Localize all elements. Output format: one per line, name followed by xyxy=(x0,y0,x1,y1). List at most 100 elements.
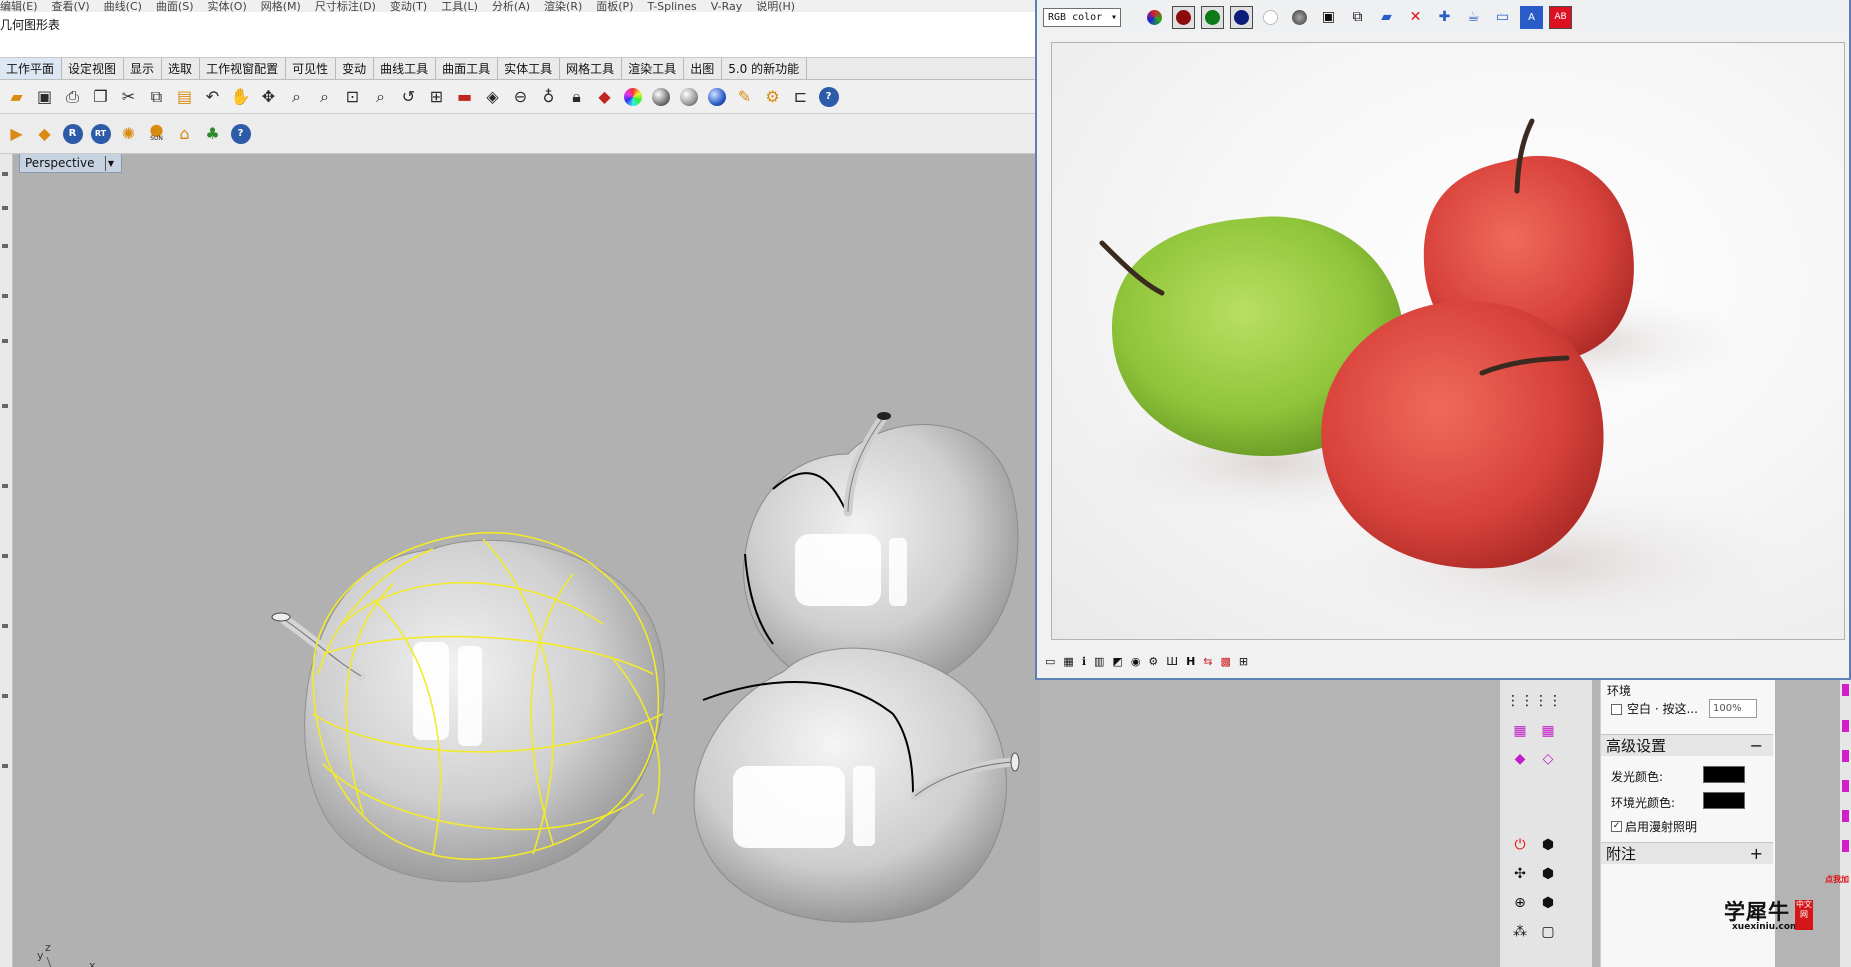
emission-color-swatch[interactable] xyxy=(1703,766,1745,783)
zoom-selected-icon[interactable]: ⌕ xyxy=(368,84,393,109)
menu-item[interactable]: 工具(L) xyxy=(441,1,478,12)
color-wheel-icon[interactable] xyxy=(620,84,645,109)
lock-icon[interactable]: 🔒︎ xyxy=(564,84,589,109)
toolbar-tab[interactable]: 网格工具 xyxy=(560,58,623,79)
blank-checkbox[interactable] xyxy=(1611,704,1622,715)
box-outline-icon[interactable]: ▢ xyxy=(1536,921,1560,943)
render-sphere-icon[interactable] xyxy=(648,84,673,109)
flip-icon[interactable]: ⇆ xyxy=(1203,655,1212,668)
texture-map-alt-icon[interactable]: ▦ xyxy=(1536,720,1560,742)
vray-proxy-tree-icon[interactable]: ♣ xyxy=(200,121,225,146)
vray-help-icon[interactable]: ? xyxy=(228,121,253,146)
vray-realtime-render-button[interactable]: RT xyxy=(88,121,113,146)
node-tool-icon[interactable]: ⁂ xyxy=(1508,921,1532,943)
vray-sun-icon[interactable]: ● SUN xyxy=(144,121,169,146)
menu-item[interactable]: 编辑(E) xyxy=(0,1,38,12)
color-clamp-icon[interactable]: ▦ xyxy=(1063,655,1073,668)
cplane-icon[interactable]: ⊖ xyxy=(508,84,533,109)
surface-uv-alt-icon[interactable]: ⋮⋮ xyxy=(1534,690,1562,712)
menu-item[interactable]: V-Ray xyxy=(711,1,743,12)
planar-map-alt-icon[interactable]: ◇ xyxy=(1536,748,1560,770)
vray-lights-icon[interactable]: ✺ xyxy=(116,121,141,146)
pixel-aspect-icon[interactable]: ▩ xyxy=(1221,655,1231,668)
notes-section[interactable]: 附注 + xyxy=(1601,842,1773,864)
red-channel-toggle[interactable] xyxy=(1172,5,1195,29)
compare-ab-icon[interactable]: AB xyxy=(1549,5,1572,29)
paste-icon[interactable]: ▤ xyxy=(172,84,197,109)
channel-select[interactable]: RGB color xyxy=(1043,7,1121,27)
help-icon[interactable]: ? xyxy=(816,84,841,109)
load-image-icon[interactable]: ▰ xyxy=(1375,6,1398,29)
menu-item[interactable]: 说明(H) xyxy=(756,1,795,12)
save-icon[interactable]: ▣ xyxy=(32,84,57,109)
histogram-icon[interactable]: ▥ xyxy=(1094,655,1104,668)
cut-icon[interactable]: ✂ xyxy=(116,84,141,109)
toolbar-tab[interactable]: 工作平面 xyxy=(0,58,63,79)
toolbar-tab[interactable]: 曲线工具 xyxy=(374,58,437,79)
track-mouse-icon[interactable]: ✚ xyxy=(1433,6,1456,29)
blue-channel-toggle[interactable] xyxy=(1230,5,1253,29)
apple-model-selected[interactable] xyxy=(271,532,665,883)
zoom-window-icon[interactable]: ⌕ xyxy=(312,84,337,109)
box-tool-alt-icon[interactable]: ⬢ xyxy=(1536,863,1560,885)
menu-item[interactable]: 渲染(R) xyxy=(544,1,582,12)
zoom-extents-icon[interactable]: ⊡ xyxy=(340,84,365,109)
render-teapot-icon[interactable]: ☕︎ xyxy=(1462,6,1485,29)
rotate-view-icon[interactable]: ✥ xyxy=(256,84,281,109)
menu-item[interactable]: 查看(V) xyxy=(52,1,90,12)
menu-item[interactable]: 网格(M) xyxy=(261,1,301,12)
copy-icon[interactable]: ⧉ xyxy=(144,84,169,109)
exposure-icon[interactable]: ◉ xyxy=(1131,655,1141,668)
pan-hand-icon[interactable]: ✋ xyxy=(228,84,253,109)
status-h-label[interactable]: H xyxy=(1186,655,1195,668)
menu-item[interactable]: 面板(P) xyxy=(596,1,633,12)
grid-icon[interactable]: ⊞ xyxy=(1239,655,1248,668)
toolbar-tab[interactable]: 变动 xyxy=(336,58,375,79)
new-document-icon[interactable]: ❐ xyxy=(88,84,113,109)
box-tool-third-icon[interactable]: ⬢ xyxy=(1536,892,1560,914)
ambient-color-swatch[interactable] xyxy=(1703,792,1745,809)
shading-icon[interactable]: ◈ xyxy=(480,84,505,109)
zoom-icon[interactable]: ⌕ xyxy=(284,84,309,109)
toolbar-tab[interactable]: 曲面工具 xyxy=(436,58,499,79)
toolbar-tab[interactable]: 设定视图 xyxy=(62,58,125,79)
toolbar-tab[interactable]: 可见性 xyxy=(286,58,337,79)
curves-icon[interactable]: ◩ xyxy=(1112,655,1122,668)
render-preview-icon[interactable] xyxy=(676,84,701,109)
vray-render-button[interactable]: R xyxy=(60,121,85,146)
vfb-history-icon[interactable]: ▭ xyxy=(1491,6,1514,29)
menu-item[interactable]: 分析(A) xyxy=(492,1,530,12)
monochrome-icon[interactable] xyxy=(1288,6,1311,29)
advanced-settings-section[interactable]: 高级设置 − xyxy=(1601,734,1773,756)
material-icon[interactable]: ◆ xyxy=(592,84,617,109)
show-a-icon[interactable]: A xyxy=(1520,5,1543,29)
diffuse-lighting-checkbox[interactable]: ✓ xyxy=(1611,821,1622,832)
menu-item[interactable]: 曲线(C) xyxy=(104,1,142,12)
toolbar-tab[interactable]: 实体工具 xyxy=(498,58,561,79)
open-folder-icon[interactable]: ▰ xyxy=(4,84,29,109)
expand-icon[interactable]: + xyxy=(1750,843,1763,865)
four-viewports-icon[interactable]: ⊞ xyxy=(424,84,449,109)
undo-icon[interactable]: ↶ xyxy=(200,84,225,109)
car-icon[interactable]: ▬ xyxy=(452,84,477,109)
toolbar-tab[interactable]: 显示 xyxy=(124,58,163,79)
light-bulb-icon[interactable]: ♁ xyxy=(536,84,561,109)
undo-view-icon[interactable]: ↺ xyxy=(396,84,421,109)
intensity-spinner[interactable]: 100% xyxy=(1709,699,1757,718)
dimension-icon[interactable]: ⊏ xyxy=(788,84,813,109)
info-icon[interactable]: ℹ xyxy=(1082,655,1086,668)
vray-tag-icon[interactable]: ◆ xyxy=(32,121,57,146)
box-tool-icon[interactable]: ⬢ xyxy=(1536,834,1560,856)
collapse-icon[interactable]: − xyxy=(1750,735,1763,757)
sphere-grid-icon[interactable]: ⊕ xyxy=(1508,892,1532,914)
clear-image-icon[interactable]: ✕ xyxy=(1404,6,1427,29)
select-filter-icon[interactable]: ✎ xyxy=(732,84,757,109)
print-icon[interactable]: ⎙ xyxy=(60,84,85,109)
menu-item[interactable]: 尺寸标注(D) xyxy=(315,1,376,12)
display-correction-icon[interactable]: ▭ xyxy=(1045,655,1055,668)
lut-icon[interactable]: ⚙ xyxy=(1148,655,1158,668)
power-button-icon[interactable]: ⏻ xyxy=(1508,834,1532,856)
menu-item[interactable]: 变动(T) xyxy=(390,1,427,12)
levels-icon[interactable]: Ш xyxy=(1166,655,1178,668)
command-line[interactable]: 几何图形表 xyxy=(0,12,1040,58)
